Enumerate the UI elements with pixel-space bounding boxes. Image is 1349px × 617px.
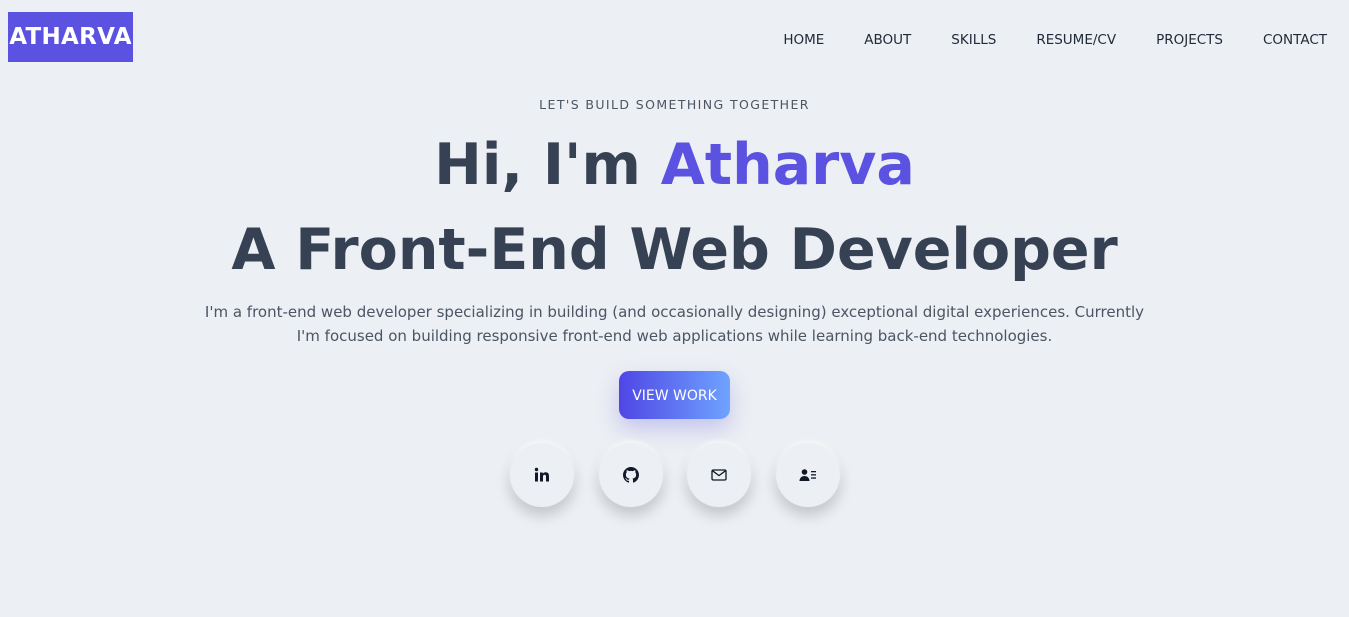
page: ATHARVA HOME ABOUT SKILLS RESUME/CV PROJ… <box>0 0 1349 617</box>
nav-home[interactable]: HOME <box>783 30 824 50</box>
nav-about[interactable]: ABOUT <box>864 30 911 50</box>
main-nav: HOME ABOUT SKILLS RESUME/CV PROJECTS CON… <box>743 30 1327 50</box>
nav-contact[interactable]: CONTACT <box>1263 30 1327 50</box>
hero-eyebrow: LET'S BUILD SOMETHING TOGETHER <box>539 97 810 112</box>
hero-greeting: Hi, I'm Atharva <box>0 130 1349 200</box>
hero-role: A Front-End Web Developer <box>231 217 1118 283</box>
hero-intro: I'm a front-end web developer specializi… <box>200 300 1149 348</box>
contact-card-icon <box>799 468 817 482</box>
nav-resume-cv[interactable]: RESUME/CV <box>1036 30 1116 50</box>
intro-line-2: I'm focused on building responsive front… <box>296 327 1053 345</box>
site-logo[interactable]: ATHARVA <box>8 12 133 62</box>
github-icon <box>622 467 639 483</box>
nav-skills[interactable]: SKILLS <box>951 30 996 50</box>
view-work-button[interactable]: VIEW WORK <box>619 371 730 419</box>
github-link[interactable] <box>598 443 663 507</box>
resume-link[interactable] <box>775 443 840 507</box>
linkedin-link[interactable] <box>510 443 574 507</box>
greeting-prefix: Hi, I'm <box>434 132 661 198</box>
nav-projects[interactable]: PROJECTS <box>1156 30 1223 50</box>
linkedin-icon <box>534 467 550 483</box>
intro-line-1: I'm a front-end web developer specializi… <box>204 303 1145 321</box>
mail-icon <box>711 468 727 482</box>
email-link[interactable] <box>687 443 751 507</box>
social-links <box>510 443 840 507</box>
hero-name: Atharva <box>660 132 915 198</box>
